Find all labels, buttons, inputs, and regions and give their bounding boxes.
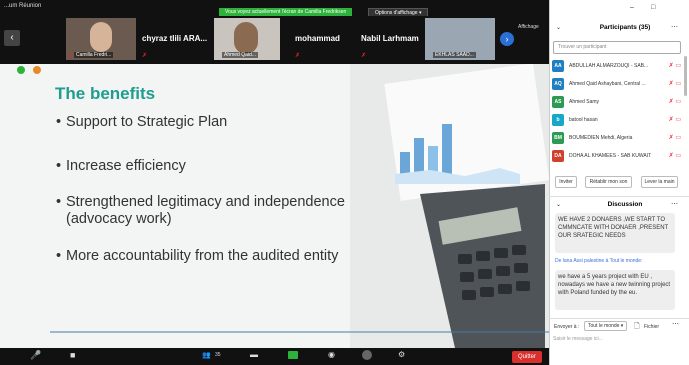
divider	[549, 318, 689, 319]
avatar: AQ	[552, 78, 564, 90]
chat-icon[interactable]: ▬	[250, 350, 258, 359]
minimize-icon[interactable]: –	[630, 4, 634, 11]
bullet-text: Increase efficiency	[66, 158, 186, 174]
divider	[549, 196, 689, 197]
raise-hand-button[interactable]: Lever la main	[641, 176, 678, 188]
meeting-toolbar: 🎤 ■ 👥 35 ▬ ◉ ⚙	[0, 348, 549, 365]
participant-name-chyraz: chyraz tlili ARA...	[142, 34, 207, 43]
avatar: DA	[552, 150, 564, 162]
participant-face	[234, 22, 258, 54]
video-tile-ahmed[interactable]: Ahmed Qaid...	[214, 18, 280, 60]
mic-muted-icon: ✗ ▭	[668, 81, 681, 87]
participant-name: Ahmed Qaid Ashaybani, Central ...	[569, 81, 646, 87]
maximize-icon[interactable]: □	[651, 4, 655, 11]
bullet-text: More accountability from the audited ent…	[66, 248, 339, 264]
name-text: Nabil Larhmam	[361, 34, 419, 43]
slide-title: The benefits	[55, 84, 156, 103]
share-status-icon	[17, 66, 25, 74]
more-options-icon[interactable]: ⋯	[672, 320, 679, 328]
participant-count: 35	[215, 352, 221, 358]
collapse-chevron-icon[interactable]: ⌄	[556, 201, 561, 208]
participants-icon[interactable]: 👥	[202, 351, 211, 359]
record-status-icon	[33, 66, 41, 74]
chat-message: we have a 5 years project with EU , nowa…	[555, 270, 675, 310]
participant-name-mohammad: mohammad	[295, 34, 340, 43]
participant-row[interactable]: AA ABDULLAH ALMARZOUQI - SAB... ✗ ▭	[552, 58, 684, 74]
reactions-icon[interactable]	[362, 350, 372, 360]
apps-icon[interactable]: ⚙	[398, 350, 405, 359]
participant-name: ABDULLAH ALMARZOUQI - SAB...	[569, 63, 649, 69]
collapse-chevron-icon[interactable]: ⌄	[556, 24, 561, 31]
mic-muted-icon: ✗ ▭	[668, 117, 681, 123]
send-to-dropdown[interactable]: Tout le monde ▾	[584, 321, 628, 331]
invite-button[interactable]: Inviter	[555, 176, 577, 188]
muted-mic-icon: ✗	[361, 53, 367, 59]
participant-name: Ahmed Samy	[569, 99, 600, 105]
prev-video-arrow-icon[interactable]: ‹	[4, 30, 20, 46]
mic-muted-icon: ✗ ▭	[668, 99, 681, 105]
avatar: AS	[552, 96, 564, 108]
participant-name: DOHA AL KHAMEES - SAB KUWAIT	[569, 153, 652, 159]
restore-audio-button[interactable]: Rétablir mon son	[585, 176, 632, 188]
mic-muted-icon: ✗ ▭	[668, 153, 681, 159]
avatar: AA	[552, 60, 564, 72]
participant-name: batool hasan	[569, 117, 598, 123]
participant-row[interactable]: AQ Ahmed Qaid Ashaybani, Central ... ✗ ▭	[552, 76, 684, 92]
chat-message: WE HAVE 2 DONAERS ,WE START TO CMMNCATE …	[555, 213, 675, 253]
participants-scrollbar[interactable]	[684, 56, 687, 96]
display-label[interactable]: Affichage	[518, 24, 539, 30]
name-text: mohammad	[295, 34, 340, 43]
participant-name-nabil: Nabil Larhmam	[361, 34, 419, 43]
participant-search-input[interactable]: Trouver un participant	[553, 41, 681, 54]
participants-header: Participants (35)	[599, 24, 651, 31]
window-title: ...um Réunion	[4, 3, 42, 9]
name-text: chyraz tlili ARA...	[142, 34, 208, 43]
mic-muted-icon: ✗ ▭	[668, 63, 681, 69]
tile-name: Camilla Fredri...	[74, 52, 114, 58]
chat-message-sender: De lana Assi palestine à Tout le monde:	[555, 258, 643, 264]
avatar: b	[552, 114, 564, 126]
participant-row[interactable]: AS Ahmed Samy ✗ ▭	[552, 94, 684, 110]
muted-mic-icon: ✗	[295, 53, 301, 59]
video-off-icon[interactable]: ■	[70, 350, 75, 360]
leave-meeting-button[interactable]: Quitter	[512, 351, 542, 363]
bullet-text: Strengthened legitimacy and independence…	[66, 194, 345, 227]
video-tile-ekhlas[interactable]: EKHLAS SAAD...	[425, 18, 495, 60]
muted-mic-icon: ✗	[68, 53, 74, 59]
participant-face	[90, 22, 112, 52]
bullet-text: Support to Strategic Plan	[66, 114, 228, 130]
tile-name: Ahmed Qaid...	[222, 52, 258, 58]
shared-screen-slide: The benefits • Support to Strategic Plan …	[0, 64, 549, 348]
send-to-label: Envoyer à :	[554, 324, 580, 330]
muted-mic-icon: ✗	[142, 53, 148, 59]
share-screen-icon[interactable]	[288, 351, 298, 359]
avatar: BM	[552, 132, 564, 144]
more-options-icon[interactable]: ⋯	[671, 200, 678, 208]
file-button[interactable]: Fichier	[644, 324, 659, 330]
more-options-icon[interactable]: ⋯	[671, 23, 678, 31]
participant-row[interactable]: DA DOHA AL KHAMEES - SAB KUWAIT ✗ ▭	[552, 148, 684, 164]
tile-name: EKHLAS SAAD...	[433, 52, 476, 58]
mic-muted-icon: ✗ ▭	[668, 135, 681, 141]
participant-row[interactable]: b batool hasan ✗ ▭	[552, 112, 684, 128]
participant-name: BOUMEDIEN Mehdi, Algeria	[569, 135, 633, 141]
next-video-arrow-icon[interactable]: ›	[500, 32, 514, 46]
participant-row[interactable]: BM BOUMEDIEN Mehdi, Algeria ✗ ▭	[552, 130, 684, 146]
file-icon[interactable]: 🗋	[634, 322, 640, 333]
video-tile-camilla[interactable]: Camilla Fredri...	[66, 18, 136, 60]
chat-header: Discussion	[607, 201, 643, 208]
record-icon[interactable]: ◉	[328, 350, 335, 359]
chat-message-input[interactable]: Saisir le message ici...	[553, 333, 683, 345]
microphone-muted-icon[interactable]: 🎤	[30, 350, 41, 361]
